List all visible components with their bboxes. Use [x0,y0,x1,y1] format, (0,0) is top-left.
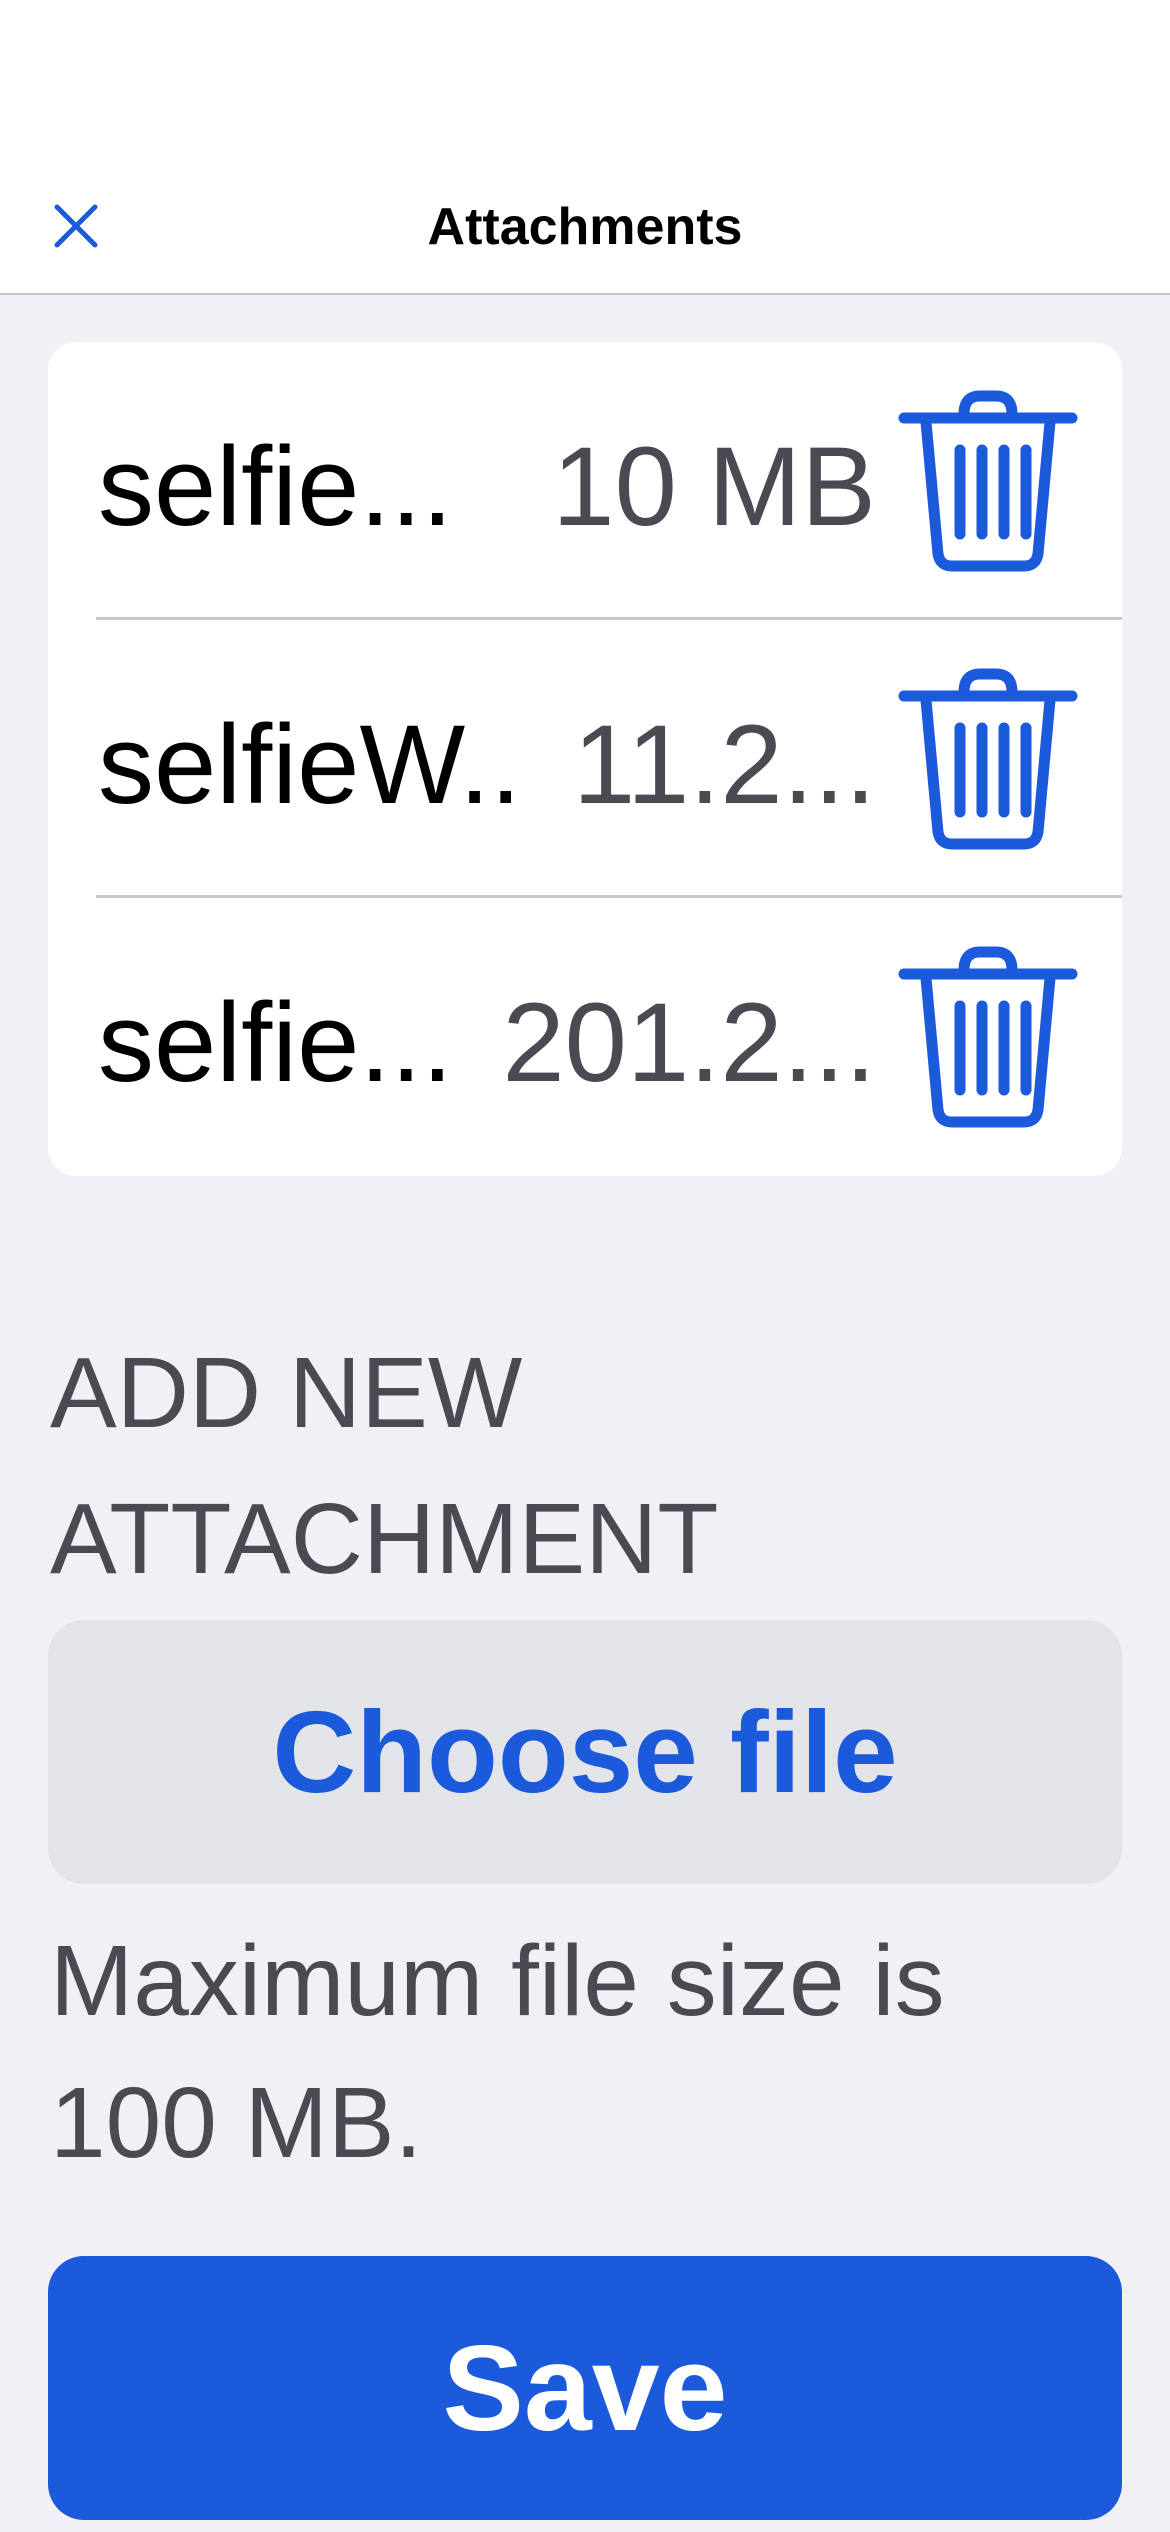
delete-attachment-button[interactable] [898,388,1078,572]
max-file-size-note: Maximum file size is 100 MB. [50,1925,945,2179]
page-title: Attachments [427,198,743,256]
trash-icon [898,946,1078,1128]
attachment-name: selfieW... [98,702,518,827]
navigation-header: Attachments [0,0,1170,295]
attachment-row: selfieW... 11.2... [48,620,1122,898]
delete-attachment-button[interactable] [898,666,1078,850]
attachment-row: selfie... 10 MB [48,342,1122,620]
save-button[interactable]: Save [48,2256,1122,2520]
attachment-name: selfie... [98,424,453,549]
attachment-size: 10 MB [552,424,876,549]
trash-icon [898,390,1078,572]
attachment-size: 11.2... [572,702,876,827]
attachment-row: selfie... 201.2... [48,898,1122,1176]
section-header: ADD NEW ATTACHMENT [50,1337,719,1595]
trash-icon [898,668,1078,850]
choose-file-button[interactable]: Choose file [48,1620,1122,1884]
attachment-name: selfie... [98,980,453,1105]
delete-attachment-button[interactable] [898,944,1078,1128]
attachment-size: 201.2... [502,980,876,1105]
attachments-list: selfie... 10 MB selfieW... 11.2... selfi… [48,342,1122,1176]
